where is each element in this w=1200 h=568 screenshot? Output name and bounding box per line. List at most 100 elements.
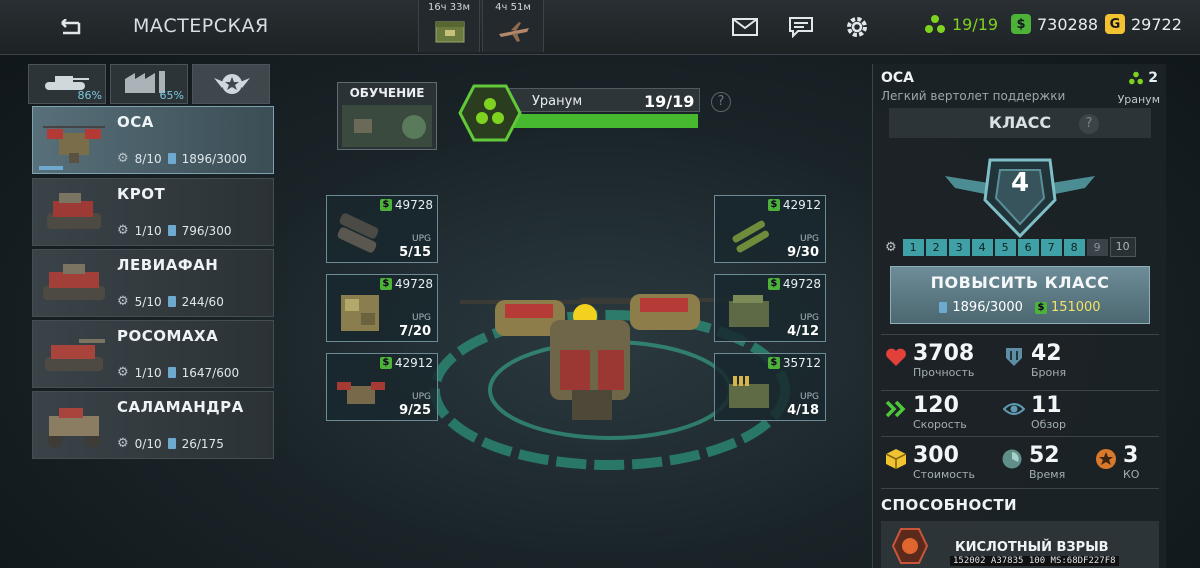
card-icon (167, 296, 176, 307)
slot-count: 5/15 (399, 245, 431, 260)
plane-icon (499, 22, 529, 42)
card-icon (939, 302, 948, 313)
gear-icon: ⚙ (117, 223, 129, 238)
divider (881, 334, 1159, 335)
upgrade-slot-ammo[interactable]: $35712 UPG 4/18 (714, 353, 826, 421)
back-button[interactable] (28, 10, 108, 46)
class-help-button[interactable]: ? (1079, 114, 1099, 134)
unit-krot[interactable]: КРОТ ⚙ 1/10 796/300 (32, 178, 274, 246)
tab-buildings[interactable]: 65% (110, 64, 188, 104)
slot-count: 4/12 (787, 324, 819, 339)
stat-cost: 300 Стоимость (885, 444, 975, 481)
stat-ko-value: 3 (1123, 443, 1139, 468)
upgrade-slot-engine[interactable]: $49728 UPG 4/12 (714, 274, 826, 342)
slot-cost-value: 49728 (394, 198, 433, 212)
top-bar: МАСТЕРСКАЯ 16ч 33м 4ч 51м 19/19 $ 730288… (0, 0, 1200, 55)
tank-thumbnail (43, 264, 105, 300)
detail-unit-name: ОСА (881, 70, 915, 86)
uranium-icon (1129, 71, 1144, 85)
upgrade-class-label: ПОВЫСИТЬ КЛАСС (930, 273, 1110, 292)
gold-icon: G (1105, 14, 1125, 34)
slot-cost-value: 42912 (394, 356, 433, 370)
slot-upg-label: UPG (412, 392, 431, 402)
level-5: 5 (994, 238, 1016, 256)
upgrade-class-button[interactable]: ПОВЫСИТЬ КЛАСС 1896/3000 $ 151000 (890, 266, 1150, 324)
unit-cards: 796/300 (181, 223, 232, 238)
upgrade-slot-rockets-left[interactable]: $49728 UPG 5/15 (326, 195, 438, 263)
unit-leviafan[interactable]: ЛЕВИАФАН ⚙ 5/10 244/60 (32, 249, 274, 317)
unit-cards: 244/60 (181, 294, 224, 309)
speed-chevrons-icon (885, 398, 907, 420)
uranium-help-button[interactable]: ? (711, 92, 731, 112)
plane-timer[interactable]: 4ч 51м (482, 0, 544, 52)
slot-upg-label: UPG (800, 234, 819, 244)
unit-stats: ⚙ 5/10 244/60 (117, 294, 224, 309)
gear-icon: ⚙ (117, 151, 129, 166)
gold-amount: 29722 (1131, 14, 1182, 34)
divider (881, 436, 1159, 437)
mail-button[interactable] (730, 12, 760, 42)
unit-rosomakha[interactable]: РОСОМАХА ⚙ 1/10 1647/600 (32, 320, 274, 388)
stat-hp: 3708 Прочность (885, 342, 974, 379)
tab-emblem[interactable] (192, 64, 270, 104)
unit-name: ЛЕВИАФАН (117, 256, 219, 274)
level-4: 4 (971, 238, 993, 256)
slot-upg-label: UPG (412, 313, 431, 323)
money-icon: $ (1034, 301, 1047, 314)
stat-speed-label: Скорость (913, 418, 967, 431)
tab-vehicles-percent: 86% (77, 89, 102, 102)
stat-time: 52 Время (1001, 444, 1065, 481)
stat-vision-value: 11 (1031, 393, 1062, 418)
unit-progress (39, 166, 63, 170)
slot-cost-value: 49728 (782, 277, 821, 291)
divider (881, 488, 1159, 489)
armor-plate-icon (341, 295, 379, 331)
money-resource: $ 730288 (1011, 14, 1098, 34)
acid-blast-icon (891, 528, 929, 564)
detail-uranium-label: Уранум (1117, 93, 1160, 106)
settings-button[interactable] (842, 12, 872, 42)
slot-count: 9/30 (787, 245, 819, 260)
stat-vision: 11 Обзор (1003, 394, 1066, 431)
mini-helicopter-icon (337, 382, 385, 404)
gear-icon: ⚙ (117, 294, 129, 309)
money-icon: $ (1011, 14, 1031, 34)
uranium-resource: 19/19 (924, 14, 998, 34)
class-label: КЛАСС (988, 113, 1052, 132)
unit-name: САЛАМАНДРА (117, 398, 244, 416)
clock-icon (1001, 448, 1023, 470)
training-button[interactable]: ОБУЧЕНИЕ (337, 82, 437, 150)
unit-parts: 1/10 (134, 223, 162, 238)
upgrade-slot-armor[interactable]: $49728 UPG 7/20 (326, 274, 438, 342)
plane-timer-label: 4ч 51м (495, 2, 531, 13)
card-icon (167, 153, 176, 164)
unit-salamandra[interactable]: САЛАМАНДРА ⚙ 0/10 26/175 (32, 391, 274, 459)
slot-upg-label: UPG (412, 234, 431, 244)
stat-hp-value: 3708 (913, 341, 975, 366)
stat-ko-label: КО (1123, 468, 1140, 481)
unit-cards: 1647/600 (181, 365, 240, 380)
stat-speed-value: 120 (913, 393, 959, 418)
unit-osa[interactable]: ОСА ⚙ 8/10 1896/3000 (32, 106, 274, 174)
level-7: 7 (1040, 238, 1062, 256)
chat-button[interactable] (786, 12, 816, 42)
upgrade-slot-missiles[interactable]: $42912 UPG 9/30 (714, 195, 826, 263)
upgrade-cards: 1896/3000 (952, 300, 1023, 315)
stat-cost-value: 300 (913, 443, 959, 468)
ability-name: КИСЛОТНЫЙ ВЗРЫВ (955, 540, 1109, 555)
tank-thumbnail (45, 339, 105, 371)
back-arrow-icon (61, 19, 81, 35)
unit-stats: ⚙ 8/10 1896/3000 (117, 151, 247, 166)
upgrade-slot-drone[interactable]: $42912 UPG 9/25 (326, 353, 438, 421)
map-thumbnail-icon (342, 105, 432, 147)
crate-timer[interactable]: 16ч 33м (418, 0, 480, 52)
uranium-label: Уранум (532, 94, 583, 109)
tab-vehicles[interactable]: 86% (28, 64, 106, 104)
abilities-title: СПОСОБНОСТИ (881, 496, 1018, 514)
ammo-box-icon (729, 376, 769, 408)
gear-icon: ⚙ (117, 436, 129, 451)
stat-time-value: 52 (1029, 443, 1060, 468)
unit-parts: 8/10 (134, 151, 162, 166)
debug-overlay: 152002 A37835 100 MS:68DF227F8 (950, 556, 1119, 566)
uranium-count: 19/19 (644, 92, 695, 111)
